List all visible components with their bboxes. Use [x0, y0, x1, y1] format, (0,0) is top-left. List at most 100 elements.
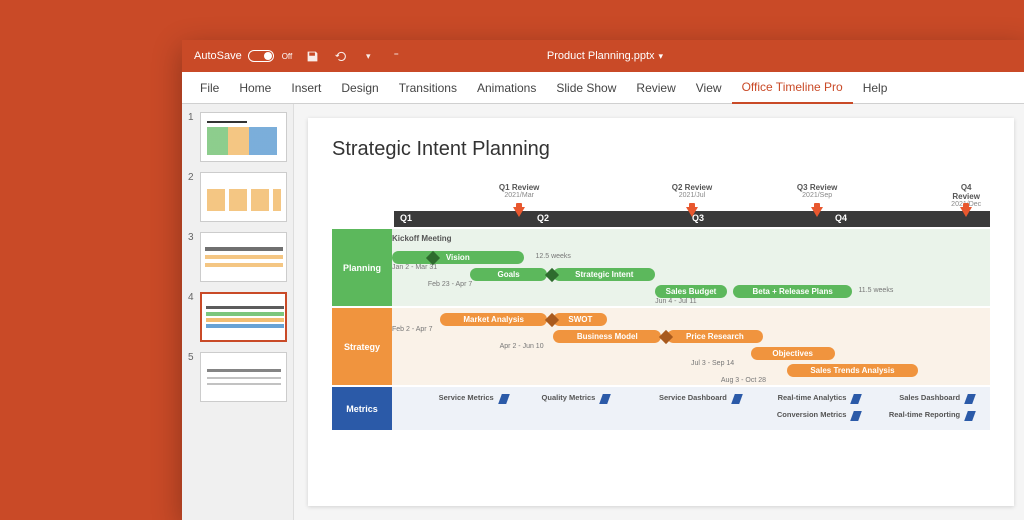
review-label: Q1 Review2021/Mar [499, 183, 539, 199]
quarter-axis: Q1Q2Q3Q4 [394, 211, 990, 227]
ribbon-tab-file[interactable]: File [190, 72, 229, 104]
slide-thumbnail[interactable]: 4 [188, 292, 287, 342]
ribbon-tab-office-timeline-pro[interactable]: Office Timeline Pro [732, 72, 853, 104]
thumb-preview [200, 172, 287, 222]
task-bar[interactable]: Business Model [553, 330, 661, 343]
timeline-row: Business ModelPrice ResearchApr 2 - Jun … [392, 330, 990, 346]
ribbon-tab-home[interactable]: Home [229, 72, 281, 104]
date-range: Jun 4 - Jul 11 [655, 298, 697, 305]
thumb-number: 3 [188, 232, 196, 282]
title-bar: AutoSave Off ▾ ⁼ Product Planning.pptx ▾ [182, 40, 1024, 72]
flag-icon[interactable] [964, 411, 976, 421]
quarter-label: Q4 [835, 213, 847, 223]
thumb-preview [200, 292, 287, 342]
ribbon-tabs: FileHomeInsertDesignTransitionsAnimation… [182, 72, 1024, 104]
review-marker-icon [686, 207, 698, 217]
flag-icon[interactable] [731, 394, 743, 404]
task-bar[interactable]: Goals [470, 268, 548, 281]
swimlane-body: Kickoff MeetingVisionJan 2 - Mar 3112.5 … [392, 229, 990, 306]
ribbon-tab-transitions[interactable]: Transitions [389, 72, 467, 104]
ribbon-tab-insert[interactable]: Insert [281, 72, 331, 104]
task-bar[interactable]: Vision [392, 251, 524, 264]
review-marker-icon [960, 207, 972, 217]
task-bar[interactable]: SWOT [553, 313, 607, 326]
app-window: AutoSave Off ▾ ⁼ Product Planning.pptx ▾… [182, 40, 1024, 520]
slide-thumbnail[interactable]: 1 [188, 112, 287, 162]
task-bar[interactable]: Strategic Intent [553, 268, 655, 281]
timeline-chart[interactable]: Q1 Review2021/Mar Q2 Review2021/Jul Q3 Rev… [332, 183, 990, 430]
timeline-row: Conversion Metrics Real-time Reporting [392, 409, 990, 425]
ribbon-tab-design[interactable]: Design [331, 72, 388, 104]
review-label: Q2 Review2021/Jul [672, 183, 712, 199]
ribbon-tab-review[interactable]: Review [626, 72, 685, 104]
metric-label: Real-time Analytics [778, 393, 847, 402]
task-bar[interactable]: Objectives [751, 347, 835, 360]
slide-editor[interactable]: Strategic Intent Planning Q1 Review2021/… [294, 104, 1024, 520]
slide-thumbnail[interactable]: 3 [188, 232, 287, 282]
slide-title[interactable]: Strategic Intent Planning [332, 138, 990, 161]
thumb-preview [200, 352, 287, 402]
ribbon-tab-help[interactable]: Help [853, 72, 898, 104]
metric-label: Service Dashboard [659, 393, 727, 402]
flag-icon[interactable] [964, 394, 976, 404]
timeline-row: GoalsStrategic IntentFeb 23 - Apr 7 [392, 268, 990, 284]
timeline-row: Service Metrics Quality Metrics Service Da… [392, 392, 990, 408]
review-label: Q3 Review2021/Sep [797, 183, 837, 199]
date-range: Aug 3 - Oct 28 [721, 377, 766, 384]
save-icon[interactable] [304, 48, 320, 64]
thumb-number: 2 [188, 172, 196, 222]
autosave-state: Off [282, 52, 293, 61]
swimlane-body: Service Metrics Quality Metrics Service Da… [392, 387, 990, 430]
flag-icon[interactable] [498, 394, 510, 404]
row-label: Kickoff Meeting [392, 234, 452, 243]
task-bar[interactable]: Beta + Release Plans [733, 285, 853, 298]
swimlane-title: Metrics [332, 387, 392, 430]
ribbon-tab-view[interactable]: View [686, 72, 732, 104]
swimlane-title: Planning [332, 229, 392, 306]
current-slide[interactable]: Strategic Intent Planning Q1 Review2021/… [308, 118, 1014, 506]
swimlane-title: Strategy [332, 308, 392, 385]
review-marker-icon [811, 207, 823, 217]
document-title[interactable]: Product Planning.pptx ▾ [547, 50, 663, 62]
task-bar[interactable]: Sales Trends Analysis [787, 364, 919, 377]
metric-label: Sales Dashboard [899, 393, 960, 402]
timeline-row: Kickoff Meeting [392, 234, 990, 250]
undo-icon[interactable] [332, 48, 348, 64]
swimlane-planning: PlanningKickoff MeetingVisionJan 2 - Mar… [332, 229, 990, 306]
slide-thumbnail[interactable]: 2 [188, 172, 287, 222]
review-marker-icon [513, 207, 525, 217]
metric-label: Quality Metrics [542, 393, 596, 402]
toggle-switch-icon[interactable] [248, 50, 274, 62]
thumb-number: 4 [188, 292, 196, 342]
ribbon-tab-slide-show[interactable]: Slide Show [546, 72, 626, 104]
metric-label: Conversion Metrics [777, 410, 847, 419]
ribbon-tab-animations[interactable]: Animations [467, 72, 546, 104]
workspace: 1 2 3 4 5 Strategic Intent Planning Q1 Revie… [182, 104, 1024, 520]
qat-overflow-icon[interactable]: ⁼ [388, 48, 404, 64]
thumb-number: 1 [188, 112, 196, 162]
slide-thumbnails-panel[interactable]: 1 2 3 4 5 [182, 104, 294, 520]
thumb-preview [200, 232, 287, 282]
task-bar[interactable]: Market Analysis [440, 313, 548, 326]
autosave-toggle[interactable]: AutoSave Off [194, 50, 292, 62]
task-bar[interactable]: Sales Budget [655, 285, 727, 298]
flag-icon[interactable] [851, 394, 863, 404]
chevron-down-icon: ▾ [659, 51, 664, 62]
swimlanes: PlanningKickoff MeetingVisionJan 2 - Mar… [332, 229, 990, 430]
thumb-preview [200, 112, 287, 162]
quarter-label: Q2 [537, 213, 549, 223]
duration-text: 12.5 weeks [536, 253, 571, 260]
swimlane-metrics: MetricsService MetricsQuality MetricsSer… [332, 387, 990, 430]
flag-icon[interactable] [851, 411, 863, 421]
slide-thumbnail[interactable]: 5 [188, 352, 287, 402]
qat-dropdown-icon[interactable]: ▾ [360, 48, 376, 64]
metric-label: Real-time Reporting [889, 410, 960, 419]
autosave-label: AutoSave [194, 50, 242, 62]
duration-text: 11.5 weeks [858, 287, 893, 294]
flag-icon[interactable] [599, 394, 611, 404]
metric-label: Service Metrics [439, 393, 494, 402]
timeline-row: ObjectivesJul 3 - Sep 14 [392, 347, 990, 363]
swimlane-strategy: StrategyMarket AnalysisSWOTFeb 2 - Apr 7… [332, 308, 990, 385]
timeline-row: Sales BudgetBeta + Release PlansJun 4 - … [392, 285, 990, 301]
task-bar[interactable]: Price Research [667, 330, 763, 343]
